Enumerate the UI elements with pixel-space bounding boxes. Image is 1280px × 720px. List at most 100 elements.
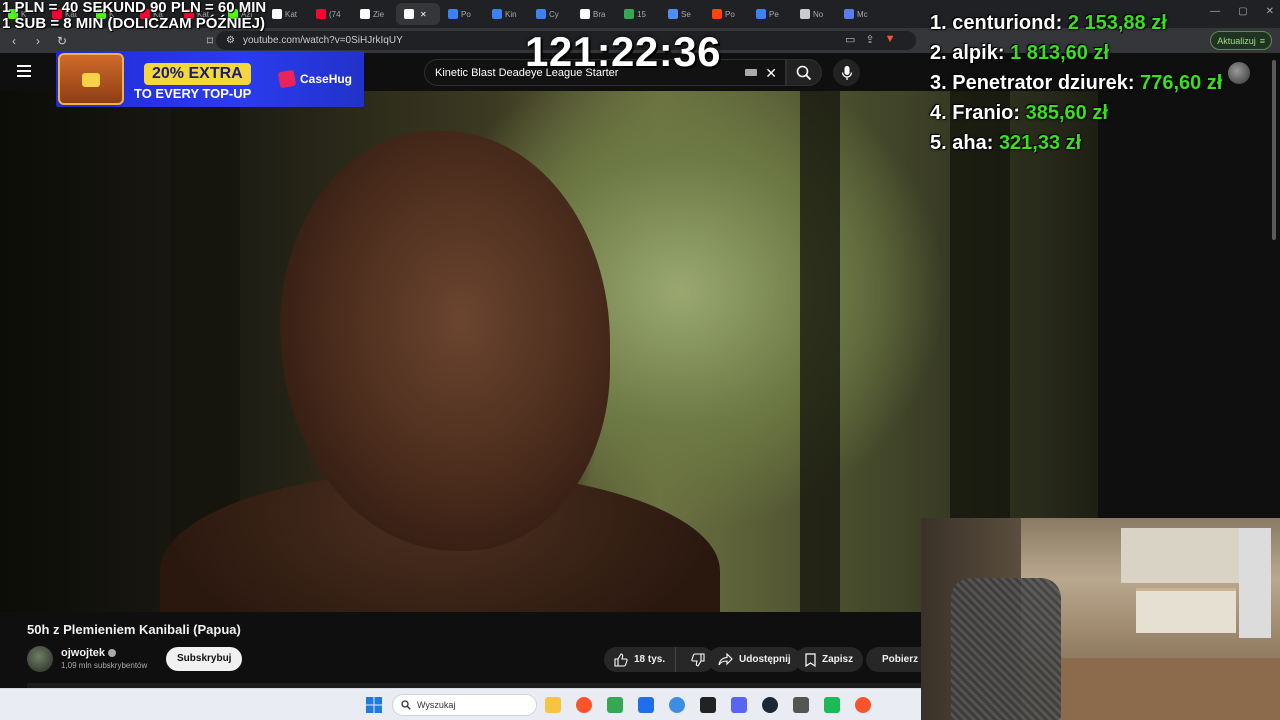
chrome-icon[interactable] — [607, 697, 623, 713]
brave-icon[interactable] — [576, 697, 592, 713]
shield-icon — [800, 9, 810, 19]
browser-tab[interactable]: Pe — [748, 3, 792, 25]
treasure-chest-icon — [58, 53, 124, 105]
donation-leaderboard: 1. centuriond: 2 153,88 zł 2. alpik: 1 81… — [930, 8, 1270, 158]
shield-icon — [448, 9, 458, 19]
youtube-icon — [316, 9, 326, 19]
ad-brand-logo: CaseHug — [277, 69, 352, 89]
like-button[interactable]: 18 tys. — [604, 647, 677, 672]
browser-tab[interactable]: No — [792, 3, 836, 25]
leaderboard-row: 3. Penetrator dziurek: 776,60 zł — [930, 68, 1270, 98]
leaderboard-row: 2. alpik: 1 813,60 zł — [930, 38, 1270, 68]
browser-tab-label: Po — [461, 9, 471, 19]
page-scrollbar[interactable] — [1272, 60, 1276, 240]
reddit-icon — [712, 9, 722, 19]
browser-tab[interactable]: Bra — [572, 3, 616, 25]
taskbar-search-icon — [401, 700, 411, 710]
browser-tab[interactable]: Kat — [264, 3, 308, 25]
clear-search-icon[interactable]: ✕ — [765, 65, 777, 82]
like-dislike-group: 18 tys. — [604, 647, 715, 672]
cast-icon[interactable]: ▭ — [845, 33, 855, 46]
spotify-icon[interactable] — [824, 697, 840, 713]
site-info-icon[interactable]: ⚙ — [226, 35, 235, 46]
browser-tab[interactable]: Cy — [528, 3, 572, 25]
browser-tab[interactable]: Kin — [484, 3, 528, 25]
extensions-area: ▭ ⇪ ▼ — [845, 33, 896, 46]
forward-icon[interactable]: › — [28, 34, 48, 48]
browser-tab[interactable]: Po — [440, 3, 484, 25]
subscriber-count: 1,09 mln subskrybentów — [61, 661, 148, 670]
video-title: 50h z Plemieniem Kanibali (Papua) — [27, 622, 241, 637]
leaderboard-amount: 776,60 zł — [1140, 72, 1223, 94]
browser-tab[interactable]: (74 — [308, 3, 352, 25]
calculator-icon[interactable] — [793, 697, 809, 713]
windows-taskbar: Wyszukaj — [0, 688, 921, 720]
leaderboard-row: 5. aha: 321,33 zł — [930, 128, 1270, 158]
channel-avatar[interactable] — [27, 646, 53, 672]
leaderboard-amount: 321,33 zł — [998, 132, 1082, 154]
browser-tab[interactable]: Se — [660, 3, 704, 25]
steam-icon[interactable] — [762, 697, 778, 713]
subathon-timer: 121:22:36 — [525, 28, 721, 75]
notepad-icon[interactable] — [669, 697, 685, 713]
app-store-icon[interactable] — [638, 697, 654, 713]
donation-rule-line-1: 1 PLN = 40 SEKUND 90 PLN = 60 MIN — [2, 0, 267, 16]
taskbar-search-input[interactable]: Wyszukaj — [392, 694, 537, 716]
download-button[interactable]: Pobierz — [866, 647, 921, 672]
share-label: Udostępnij — [739, 654, 791, 665]
leaderboard-name: centuriond: — [952, 12, 1063, 34]
search-button[interactable] — [786, 59, 822, 86]
leaderboard-amount: 385,60 zł — [1025, 102, 1108, 124]
thumbs-up-icon — [614, 652, 628, 667]
browser-tab[interactable]: ✕ — [396, 3, 440, 25]
ad-subline: TO EVERY TOP-UP — [134, 86, 252, 101]
browser-tab-label: Pe — [769, 9, 779, 19]
leaderboard-name: Franio: — [952, 102, 1021, 124]
gamepad-icon — [844, 9, 854, 19]
brave-shields-icon[interactable]: ▼ — [885, 33, 896, 46]
browser-tab-label: Mc — [857, 9, 868, 19]
channel-name: ojwojtek — [61, 647, 106, 659]
browser-tab-label: Zie — [373, 9, 385, 19]
back-icon[interactable]: ‹ — [4, 34, 24, 48]
reload-icon[interactable]: ↻ — [52, 34, 72, 48]
x-icon — [360, 9, 370, 19]
leaderboard-name: Penetrator dziurek: — [952, 72, 1135, 94]
browser-tab[interactable]: Mc — [836, 3, 880, 25]
bookmark-save-icon — [805, 652, 816, 667]
windows-start-icon[interactable] — [366, 697, 382, 713]
speaker-icon — [404, 9, 414, 19]
browser-tab[interactable]: 15 — [616, 3, 660, 25]
browser-tab-label: No — [813, 9, 824, 19]
url-text: youtube.com/watch?v=0SiHJrkIqUY — [242, 35, 403, 46]
donation-rule-line-2: 1 SUB = 8 MIN (DOLICZAM PÓŹNIEJ) — [2, 15, 265, 32]
casehug-ad-banner: 20% EXTRA TO EVERY TOP-UP CaseHug — [56, 51, 364, 107]
leaderboard-amount: 1 813,60 zł — [1010, 42, 1110, 64]
taskbar-search-placeholder: Wyszukaj — [417, 700, 456, 710]
voice-search-button[interactable] — [833, 59, 860, 86]
obs-icon[interactable] — [700, 697, 716, 713]
file-explorer-icon[interactable] — [545, 697, 561, 713]
save-button[interactable]: Zapisz — [795, 647, 864, 672]
discord-icon[interactable] — [731, 697, 747, 713]
browser-tab-label: Se — [681, 9, 691, 19]
office-chair — [951, 578, 1061, 720]
leaderboard-rank: 5. — [930, 132, 947, 154]
hamburger-menu-icon[interactable] — [17, 65, 31, 77]
share-icon[interactable]: ⇪ — [865, 33, 874, 46]
close-tab-icon[interactable]: ✕ — [420, 10, 427, 19]
share-button[interactable]: Udostępnij — [708, 647, 801, 672]
browser-tab[interactable]: Zie — [352, 3, 396, 25]
channel-name-link[interactable]: ojwojtek — [61, 647, 117, 659]
doc-icon — [668, 9, 678, 19]
browser-tab[interactable]: Po — [704, 3, 748, 25]
x-icon — [580, 9, 590, 19]
keyboard-icon[interactable] — [745, 69, 757, 76]
leaderboard-row: 1. centuriond: 2 153,88 zł — [930, 8, 1270, 38]
brave-icon[interactable] — [855, 697, 871, 713]
leaderboard-rank: 4. — [930, 102, 947, 124]
b-icon — [272, 9, 282, 19]
subscribe-button[interactable]: Subskrybuj — [166, 647, 243, 671]
chrome-icon — [624, 9, 634, 19]
thumbs-down-icon — [691, 652, 705, 667]
